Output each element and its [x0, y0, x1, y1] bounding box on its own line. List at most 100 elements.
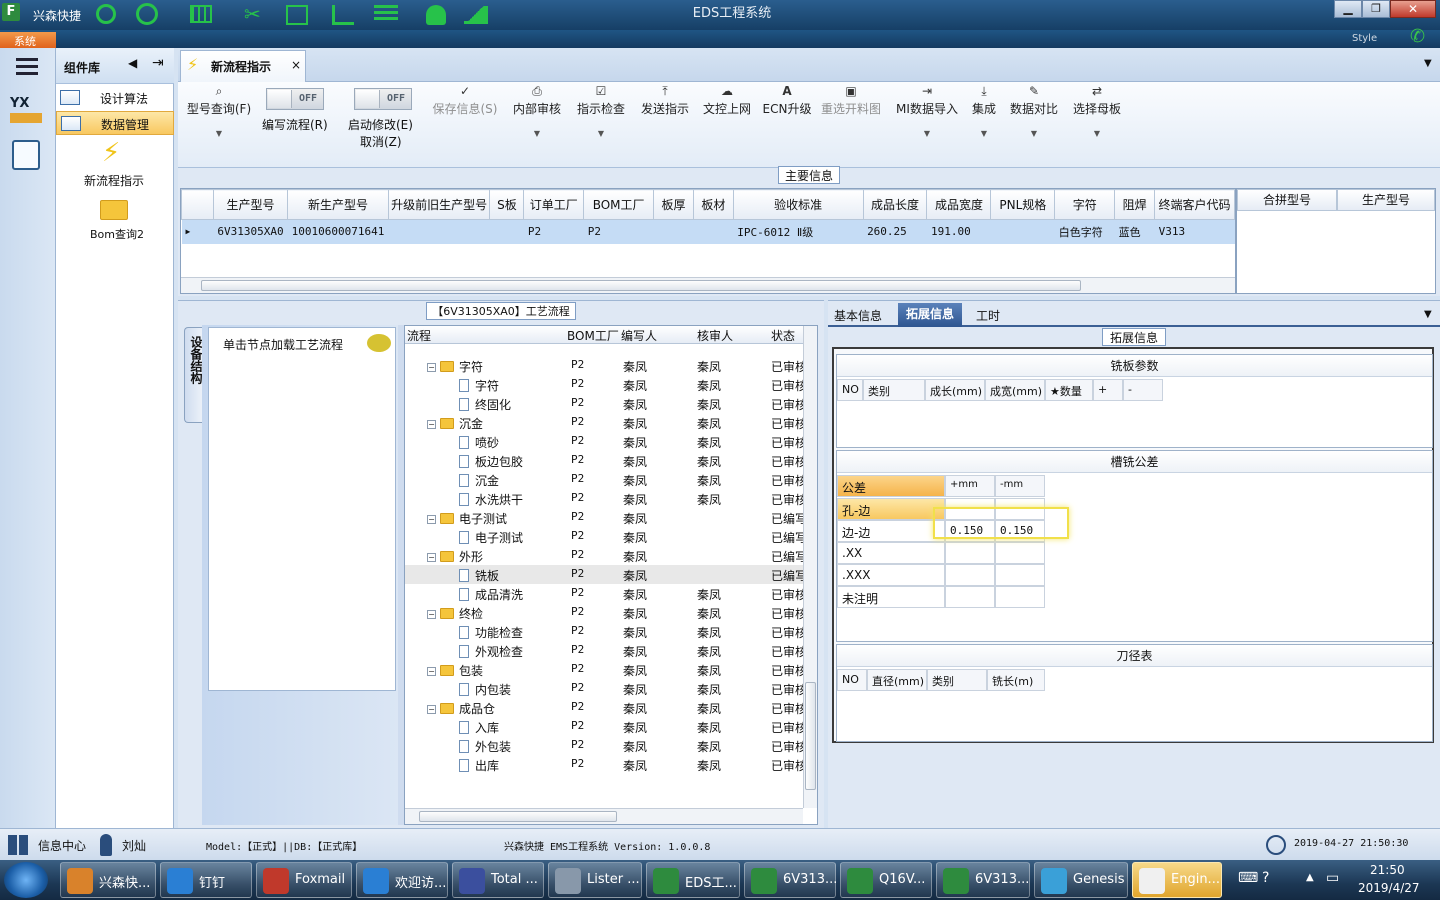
- save-info-button[interactable]: ✓ 保存信息(S): [428, 84, 502, 117]
- tree-row[interactable]: 终固化 P2 秦凤 秦凤 已审核: [405, 394, 815, 413]
- taskbar-item[interactable]: Foxmail: [256, 862, 352, 898]
- tree-row[interactable]: 板边包胶 P2 秦凤 秦凤 已审核: [405, 451, 815, 470]
- tool-col-header[interactable]: NO: [837, 669, 867, 691]
- column-header[interactable]: 阻焊: [1114, 189, 1156, 220]
- system-menu[interactable]: 系统: [0, 32, 56, 48]
- tree-node[interactable]: 内包装: [459, 681, 511, 698]
- param-col-header[interactable]: ★数量: [1045, 379, 1093, 401]
- tree-row[interactable]: 外观检查 P2 秦凤 秦凤 已审核: [405, 641, 815, 660]
- table-icon[interactable]: [190, 5, 212, 23]
- tree-column-header[interactable]: 状态: [771, 327, 795, 344]
- pin-icon[interactable]: ⇥: [152, 55, 164, 71]
- tab-dropdown-icon[interactable]: ▼: [1424, 58, 1432, 69]
- tree-row[interactable]: 水洗烘干 P2 秦凤 秦凤 已审核: [405, 489, 815, 508]
- cancel-label[interactable]: 取消(Z): [360, 133, 402, 150]
- column-header[interactable]: S板: [489, 189, 525, 220]
- collapse-icon[interactable]: −: [427, 610, 436, 619]
- tree-node[interactable]: 字符: [459, 377, 499, 394]
- windows-grid-icon[interactable]: [8, 835, 28, 855]
- send-indicate-button[interactable]: ⤒ 发送指示: [636, 84, 694, 117]
- param-col-header[interactable]: 类别: [863, 379, 925, 401]
- tool-new-flow[interactable]: ⚡ 新流程指示: [66, 138, 164, 188]
- tab-close-icon[interactable]: ×: [291, 58, 301, 72]
- tree-node[interactable]: 喷砂: [459, 434, 499, 451]
- tab-new-flow[interactable]: ⚡ 新流程指示 ×: [180, 50, 306, 82]
- user-icon[interactable]: [426, 5, 446, 25]
- tolerance-cell[interactable]: [945, 586, 995, 608]
- tree-row[interactable]: 内包装 P2 秦凤 秦凤 已审核: [405, 679, 815, 698]
- scroll-thumb[interactable]: [201, 280, 1081, 291]
- column-header[interactable]: BOM工厂: [583, 189, 655, 220]
- reselect-chart-button[interactable]: ▣ 重选开料图: [818, 84, 884, 117]
- taskbar-item[interactable]: 6V313...: [936, 862, 1030, 898]
- column-header[interactable]: 订单工厂: [523, 189, 585, 220]
- param-col-header[interactable]: +: [1093, 379, 1123, 401]
- calculator-icon[interactable]: [12, 140, 40, 170]
- tree-node[interactable]: 成品清洗: [459, 586, 523, 603]
- globe-icon[interactable]: [136, 3, 158, 25]
- taskbar-item[interactable]: Engin...: [1132, 862, 1222, 898]
- phone-icon[interactable]: ✆: [1410, 26, 1425, 47]
- ecn-upgrade-button[interactable]: A ECN升级: [760, 84, 814, 117]
- column-header[interactable]: 新生产型号: [287, 189, 389, 220]
- table-cell[interactable]: 蓝色: [1115, 220, 1155, 244]
- select-mother-button[interactable]: ⇄ 选择母板 ▼: [1068, 84, 1126, 138]
- tree-node[interactable]: − 沉金: [427, 415, 483, 432]
- tolerance-cell[interactable]: [995, 542, 1045, 564]
- tool-col-header[interactable]: 铣长(m): [987, 669, 1045, 691]
- tree-vertical-scrollbar[interactable]: [803, 326, 817, 808]
- tree-node[interactable]: − 字符: [427, 358, 483, 375]
- table-cell[interactable]: P2: [584, 220, 654, 244]
- tolerance-cell[interactable]: [945, 564, 995, 586]
- param-col-header[interactable]: 成宽(mm): [985, 379, 1045, 401]
- param-col-header[interactable]: NO: [837, 379, 863, 401]
- data-compare-button[interactable]: ✎ 数据对比 ▼: [1006, 84, 1062, 138]
- doc-upload-button[interactable]: ☁ 文控上网: [698, 84, 756, 117]
- tree-row[interactable]: − 终检 P2 秦凤 秦凤 已审核: [405, 603, 815, 622]
- integrate-button[interactable]: ⤓ 集成 ▼: [966, 84, 1002, 138]
- yx-app-icon[interactable]: YX: [10, 96, 42, 128]
- tree-column-header[interactable]: 流程: [407, 327, 431, 344]
- tolerance-cell[interactable]: [995, 586, 1045, 608]
- tree-node[interactable]: 功能检查: [459, 624, 523, 641]
- table-cell[interactable]: 260.25: [863, 220, 927, 244]
- tree-row[interactable]: − 字符 P2 秦凤 秦凤 已审核: [405, 356, 815, 375]
- tree-row[interactable]: 沉金 P2 秦凤 秦凤 已审核: [405, 470, 815, 489]
- scissors-icon[interactable]: ✂: [244, 2, 261, 26]
- taskbar-item[interactable]: Total ...: [452, 862, 544, 898]
- table-cell[interactable]: [693, 220, 733, 244]
- column-header[interactable]: 生产型号: [212, 189, 289, 220]
- param-col-header[interactable]: -: [1123, 379, 1163, 401]
- list-icon[interactable]: [374, 5, 398, 23]
- table-cell[interactable]: 10010600071641: [288, 220, 389, 244]
- tree-row[interactable]: 出库 P2 秦凤 秦凤 已审核: [405, 755, 815, 774]
- column-header[interactable]: 成品长度: [862, 189, 928, 220]
- merge-col-header[interactable]: 合拼型号: [1237, 189, 1337, 211]
- menu-icon[interactable]: [16, 58, 38, 76]
- column-header[interactable]: 升级前旧生产型号: [387, 189, 491, 220]
- taskbar-item[interactable]: 兴森快...: [60, 862, 156, 898]
- column-header[interactable]: 板材: [692, 189, 734, 220]
- table-cell[interactable]: [490, 220, 524, 244]
- tree-row[interactable]: 外包装 P2 秦凤 秦凤 已审核: [405, 736, 815, 755]
- table-cell[interactable]: [991, 220, 1055, 244]
- table-row[interactable]: ▶ 6V31305XA0 10010600071641 P2 P2 IPC-6012 Ⅱ级…: [181, 219, 1235, 244]
- tray-up-icon[interactable]: ▲: [1306, 872, 1314, 883]
- tolerance-cell[interactable]: [995, 564, 1045, 586]
- tree-node[interactable]: − 成品仓: [427, 700, 495, 717]
- search-icon[interactable]: [96, 4, 116, 24]
- maximize-button[interactable]: ❐: [1362, 0, 1390, 18]
- tree-row[interactable]: − 电子测试 P2 秦凤 已编写: [405, 508, 815, 527]
- param-col-header[interactable]: 成长(mm): [925, 379, 985, 401]
- keyboard-icon[interactable]: ⌨: [1238, 870, 1258, 886]
- start-button[interactable]: [4, 862, 48, 898]
- tab-basic-info[interactable]: 基本信息: [834, 307, 882, 324]
- collapse-left-icon[interactable]: ◀: [128, 56, 137, 70]
- tree-row[interactable]: 成品清洗 P2 秦凤 秦凤 已审核: [405, 584, 815, 603]
- column-header[interactable]: 字符: [1054, 189, 1116, 220]
- tool-col-header[interactable]: 直径(mm): [867, 669, 927, 691]
- style-label[interactable]: Style: [1352, 33, 1377, 44]
- tree-node[interactable]: 水洗烘干: [459, 491, 523, 508]
- taskbar-item[interactable]: 钉钉: [160, 862, 252, 898]
- collapse-icon[interactable]: −: [427, 420, 436, 429]
